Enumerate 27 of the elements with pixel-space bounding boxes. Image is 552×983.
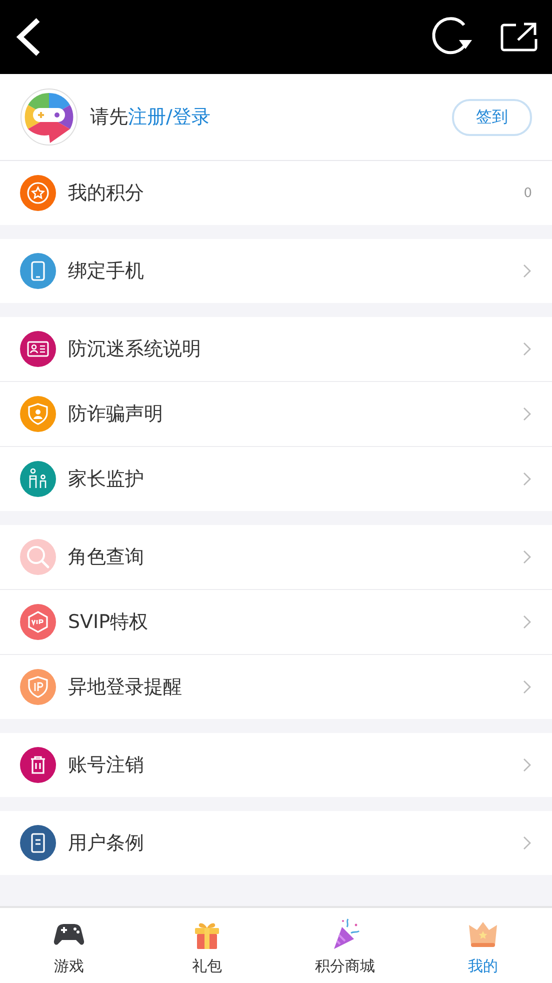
back-icon[interactable] [14, 17, 42, 57]
menu-item[interactable]: 我的积分 [68, 180, 524, 206]
chevron-icon [522, 615, 532, 629]
login-link[interactable]: 注册/登录 [128, 106, 210, 128]
chevron-icon [522, 550, 532, 564]
login-prompt: 请先注册/登录 [90, 105, 212, 130]
chevron-icon [522, 472, 532, 486]
menu-item[interactable]: SVIP特权 [68, 609, 522, 635]
tab[interactable]: 我的 [414, 908, 552, 983]
chevron-icon [522, 342, 532, 356]
tab[interactable]: 礼包 [138, 908, 276, 983]
checkin-button[interactable]: 签到 [452, 98, 532, 136]
menu-item[interactable]: 角色查询 [68, 544, 522, 570]
points-value: 0 [524, 186, 532, 200]
tab[interactable]: 游戏 [0, 908, 138, 983]
menu-item[interactable]: 防诈骗声明 [68, 401, 522, 427]
chevron-icon [522, 836, 532, 850]
chevron-icon [522, 758, 532, 772]
chevron-icon [522, 264, 532, 278]
menu-item[interactable]: 家长监护 [68, 466, 522, 492]
menu-item[interactable]: 异地登录提醒 [68, 674, 522, 700]
share-icon[interactable] [500, 22, 538, 52]
chevron-icon [522, 680, 532, 694]
tab[interactable]: 积分商城 [276, 908, 414, 983]
avatar-logo [20, 88, 78, 146]
menu-item[interactable]: 防沉迷系统说明 [68, 336, 522, 362]
chevron-icon [522, 407, 532, 421]
